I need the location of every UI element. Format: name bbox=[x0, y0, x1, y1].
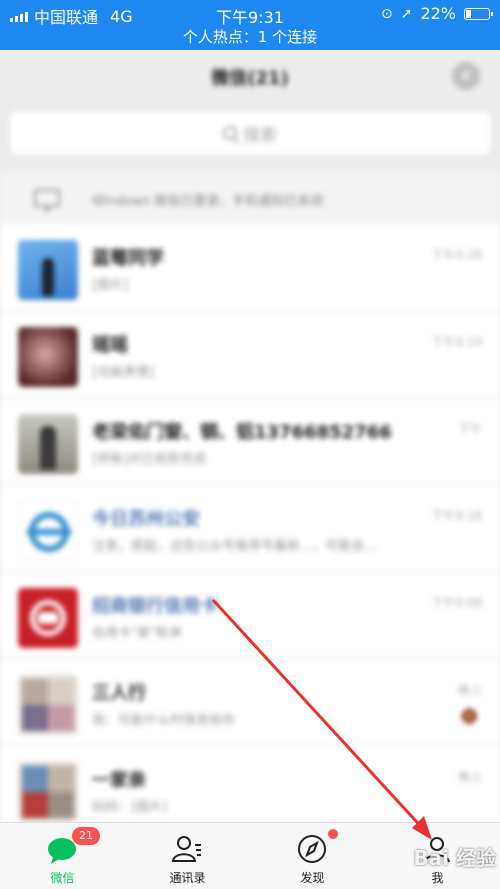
avatar bbox=[18, 327, 78, 387]
list-item[interactable]: 三人行 我：可能什么时候发给你 晚上 🔕 bbox=[0, 659, 500, 746]
hotspot-banner[interactable]: 个人热点：1 个连接 bbox=[0, 26, 500, 47]
tab-contacts[interactable]: 通讯录 bbox=[125, 823, 250, 889]
chat-time: 晚上 bbox=[457, 683, 482, 697]
contacts-icon bbox=[171, 836, 201, 862]
list-item[interactable]: 招商银行信用卡 信用卡"掌"账单 下午9:08 bbox=[0, 572, 500, 659]
list-item[interactable]: 瑶瑶 [动画表情] 下午9:19 bbox=[0, 311, 500, 398]
avatar bbox=[18, 762, 78, 822]
chat-preview: 我：可能什么时候发给你 bbox=[92, 713, 236, 728]
list-item[interactable]: 蓝莓同学 [图片] 下午9:28 bbox=[0, 224, 500, 311]
rotation-lock-icon: ⊙ bbox=[380, 5, 393, 22]
chat-preview: 妈妈：[图片] bbox=[92, 800, 168, 815]
chat-preview: [转账]对已收款完成 bbox=[92, 452, 207, 467]
mute-icon: 🔕 bbox=[460, 709, 478, 725]
chat-preview: 信用卡"掌"账单 bbox=[92, 626, 182, 641]
watermark-logo: Bai 经验 bbox=[413, 846, 496, 870]
status-right: ⊙ ➚ 22% bbox=[380, 4, 493, 23]
list-item[interactable]: 一家亲 妈妈：[图片] 晚上 bbox=[0, 746, 500, 822]
list-item[interactable]: 今日苏州公安 注意，提起，这些公众号推荐号最新...，可能会... 下午9:18 bbox=[0, 485, 500, 572]
tab-label: 发现 bbox=[300, 871, 325, 885]
blurred-content: 微信(21) ✕ 搜索 Windows 微信已登录，手机通知已关闭 蓝莓同学 [… bbox=[0, 50, 500, 822]
chat-name: 一家亲 bbox=[92, 770, 146, 791]
avatar bbox=[18, 240, 78, 300]
chat-name: 招商银行信用卡 bbox=[92, 596, 218, 617]
chat-list: 蓝莓同学 [图片] 下午9:28 瑶瑶 [动画表情] 下午9:19 老梁佑门窗、… bbox=[0, 224, 500, 822]
search-input[interactable]: 搜索 bbox=[10, 112, 490, 154]
avatar bbox=[18, 414, 78, 474]
chat-name: 今日苏州公安 bbox=[92, 509, 200, 530]
desktop-login-notice[interactable]: Windows 微信已登录，手机通知已关闭 bbox=[0, 172, 500, 224]
chat-preview: [动画表情] bbox=[92, 365, 155, 380]
monitor-icon bbox=[34, 189, 60, 211]
chat-time: 晚上 bbox=[457, 770, 482, 784]
tab-label: 我 bbox=[431, 871, 444, 885]
chat-name: 瑶瑶 bbox=[92, 335, 128, 356]
chat-time: 下午 bbox=[457, 422, 482, 436]
compass-icon bbox=[298, 835, 326, 863]
chat-preview: [图片] bbox=[92, 278, 129, 293]
tab-chats[interactable]: 21 微信 bbox=[0, 823, 125, 889]
avatar bbox=[18, 588, 78, 648]
battery-icon bbox=[464, 7, 493, 20]
notice-text: Windows 微信已登录，手机通知已关闭 bbox=[92, 194, 324, 209]
avatar bbox=[18, 675, 78, 735]
tab-discover[interactable]: 发现 bbox=[250, 823, 375, 889]
search-placeholder: 搜索 bbox=[243, 125, 277, 146]
chat-name: 三人行 bbox=[92, 683, 146, 704]
battery-percent: 22% bbox=[420, 4, 456, 23]
chat-time: 下午9:28 bbox=[431, 248, 482, 262]
search-icon bbox=[223, 126, 237, 140]
unread-badge: 21 bbox=[72, 827, 100, 845]
close-icon[interactable]: ✕ bbox=[452, 62, 480, 90]
page-title: 微信(21) bbox=[211, 68, 289, 89]
list-item[interactable]: 老梁佑门窗、钢、铝13766852766 [转账]对已收款完成 下午 bbox=[0, 398, 500, 485]
chat-time: 下午9:19 bbox=[431, 335, 482, 349]
notification-dot bbox=[328, 829, 338, 839]
chat-name: 老梁佑门窗、钢、铝13766852766 bbox=[92, 422, 392, 443]
location-icon: ➚ bbox=[400, 5, 413, 22]
chat-time: 下午9:18 bbox=[431, 509, 482, 523]
avatar bbox=[18, 501, 78, 561]
nav-bar: 微信(21) ✕ bbox=[0, 50, 500, 102]
tab-label: 微信 bbox=[50, 871, 75, 885]
chat-preview: 注意，提起，这些公众号推荐号最新...，可能会... bbox=[92, 539, 377, 554]
tab-label: 通讯录 bbox=[169, 871, 206, 885]
chat-time: 下午9:08 bbox=[431, 596, 482, 610]
status-bar: 中国联通 4G 下午9:31 ⊙ ➚ 22% 个人热点：1 个连接 bbox=[0, 0, 500, 50]
chat-name: 蓝莓同学 bbox=[92, 248, 164, 269]
chat-area: 微信(21) ✕ 搜索 Windows 微信已登录，手机通知已关闭 蓝莓同学 [… bbox=[0, 50, 500, 822]
